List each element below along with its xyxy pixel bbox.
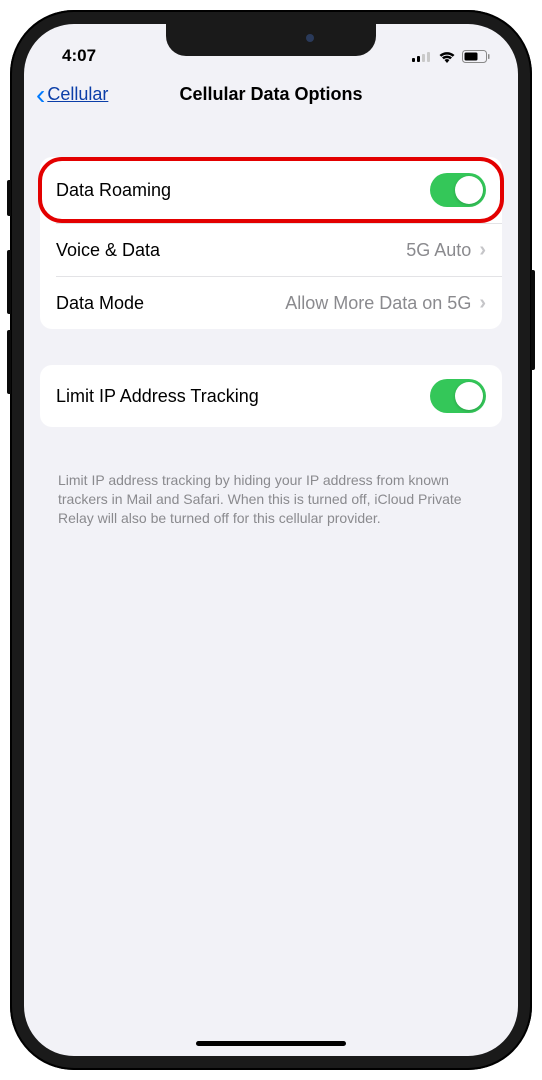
voice-data-label: Voice & Data — [56, 240, 406, 261]
camera-dot — [306, 34, 314, 42]
data-mode-row[interactable]: Data Mode Allow More Data on 5G › — [40, 277, 502, 329]
home-indicator[interactable] — [196, 1041, 346, 1046]
settings-group-privacy: Limit IP Address Tracking — [40, 365, 502, 427]
settings-group-cellular: Data Roaming Voice & Data 5G Auto › Data… — [40, 157, 502, 329]
limit-ip-tracking-toggle[interactable] — [430, 379, 486, 413]
voice-data-row[interactable]: Voice & Data 5G Auto › — [40, 224, 502, 276]
settings-content: Data Roaming Voice & Data 5G Auto › Data… — [24, 119, 518, 528]
toggle-knob — [455, 176, 483, 204]
status-time: 4:07 — [62, 46, 96, 66]
cellular-signal-icon — [412, 50, 432, 62]
notch — [166, 24, 376, 56]
battery-icon — [462, 50, 490, 63]
volume-up-button — [7, 250, 11, 314]
navigation-bar: ‹ Cellular Cellular Data Options — [24, 74, 518, 119]
privacy-footer-text: Limit IP address tracking by hiding your… — [40, 463, 502, 528]
data-roaming-row[interactable]: Data Roaming — [38, 157, 504, 223]
toggle-knob — [455, 382, 483, 410]
chevron-right-icon: › — [479, 239, 486, 262]
status-indicators — [412, 50, 490, 63]
data-mode-value: Allow More Data on 5G — [285, 293, 471, 314]
power-button — [531, 270, 535, 370]
chevron-right-icon: › — [479, 292, 486, 315]
limit-ip-tracking-row[interactable]: Limit IP Address Tracking — [40, 365, 502, 427]
back-button[interactable]: ‹ Cellular — [36, 79, 108, 111]
ringer-switch — [7, 180, 11, 216]
voice-data-value: 5G Auto — [406, 240, 471, 261]
data-roaming-toggle[interactable] — [430, 173, 486, 207]
phone-frame: 4:07 ‹ Cellular Cellular Data Options — [10, 10, 532, 1070]
data-roaming-label: Data Roaming — [56, 180, 430, 201]
wifi-icon — [438, 50, 456, 63]
chevron-left-icon: ‹ — [36, 79, 45, 111]
data-mode-label: Data Mode — [56, 293, 285, 314]
volume-down-button — [7, 330, 11, 394]
back-label: Cellular — [47, 84, 108, 105]
limit-ip-tracking-label: Limit IP Address Tracking — [56, 386, 430, 407]
screen: 4:07 ‹ Cellular Cellular Data Options — [24, 24, 518, 1056]
